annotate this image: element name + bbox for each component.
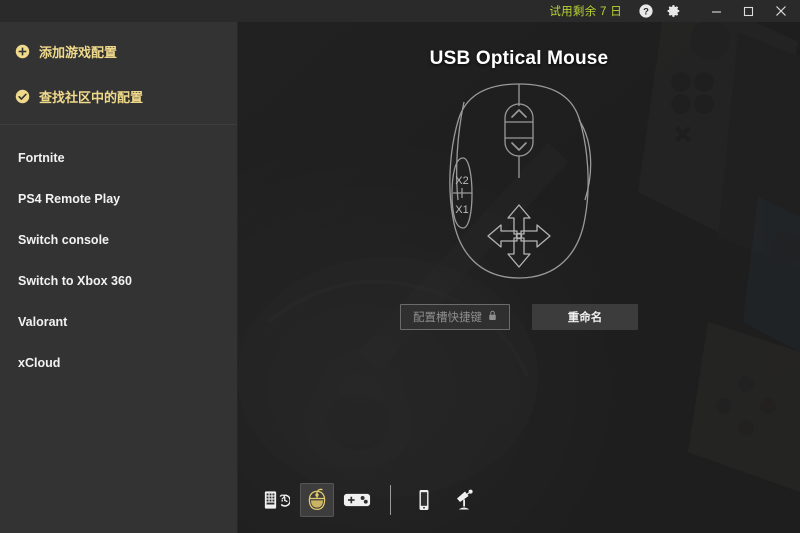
gear-icon[interactable] <box>663 0 685 22</box>
close-button[interactable] <box>764 0 798 22</box>
antenna-icon[interactable] <box>447 483 481 517</box>
main-panel: USB Optical Mouse X2 X1 配置槽快捷键 重命名 ? <box>238 22 800 533</box>
profile-label: Valorant <box>18 314 68 329</box>
rename-label: 重命名 <box>567 312 603 324</box>
sidebar-item-ps4-remote-play[interactable]: PS4 Remote Play <box>0 178 237 219</box>
sidebar-item-xcloud[interactable]: xCloud <box>0 342 237 383</box>
rename-button[interactable]: 重命名 <box>532 304 638 330</box>
sidebar-action-label: 添加游戏配置 <box>39 44 118 60</box>
gamepad-icon[interactable] <box>340 483 374 517</box>
mouse-icon[interactable] <box>300 483 334 517</box>
svg-text:?: ? <box>643 6 649 17</box>
sidebar: 添加游戏配置 查找社区中的配置 Fortnite PS4 Remote Play <box>0 22 238 533</box>
sidebar-item-fortnite[interactable]: Fortnite <box>0 137 237 178</box>
sidebar-item-switch-to-xbox-360[interactable]: Switch to Xbox 360 <box>0 260 237 301</box>
help-circle-icon[interactable]: ? <box>635 0 657 22</box>
mouse-side-button-x1-label: X1 <box>455 204 468 216</box>
maximize-button[interactable] <box>732 0 764 22</box>
sidebar-item-switch-console[interactable]: Switch console <box>0 219 237 260</box>
profile-label: xCloud <box>18 355 61 370</box>
application-window: 试用剩余 7 日 ? 添加游戏配置 查找社区中的配置 Fortnite PS4 … <box>0 0 800 533</box>
check-circle-icon <box>14 88 30 104</box>
config-slot-shortcut-label: 配置槽快捷键 <box>413 312 482 324</box>
profile-label: Switch console <box>18 232 109 247</box>
window-controls <box>700 0 798 22</box>
lock-icon <box>488 310 497 324</box>
profile-label: PS4 Remote Play <box>18 191 121 206</box>
profile-label: Switch to Xbox 360 <box>18 273 132 288</box>
phone-icon[interactable] <box>407 483 441 517</box>
toolbar-separator <box>390 485 391 515</box>
page-title: USB Optical Mouse <box>429 48 609 69</box>
action-button-row: 配置槽快捷键 重命名 <box>400 304 638 330</box>
window-body: 添加游戏配置 查找社区中的配置 Fortnite PS4 Remote Play <box>0 22 800 533</box>
minimize-button[interactable] <box>700 0 732 22</box>
plus-circle-icon <box>14 43 30 59</box>
sidebar-action-add-game-profile[interactable]: 添加游戏配置 <box>0 34 237 68</box>
title-bar: 试用剩余 7 日 ? <box>0 0 800 22</box>
sidebar-action-find-community-profile[interactable]: 查找社区中的配置 <box>0 79 237 113</box>
config-slot-shortcut-button[interactable]: 配置槽快捷键 <box>400 304 510 330</box>
mouse-side-button-x2-label: X2 <box>455 175 468 187</box>
device-toolbar: ? <box>238 483 800 517</box>
main-content: USB Optical Mouse X2 X1 配置槽快捷键 重命名 <box>238 22 800 533</box>
sidebar-divider <box>0 124 237 125</box>
trial-status-label: 试用剩余 7 日 <box>549 6 622 18</box>
sidebar-item-valorant[interactable]: Valorant <box>0 301 237 342</box>
profile-list: Fortnite PS4 Remote Play Switch console … <box>0 129 237 383</box>
sidebar-action-label: 查找社区中的配置 <box>39 89 144 105</box>
keyboard-help-icon[interactable]: ? <box>260 483 294 517</box>
profile-label: Fortnite <box>18 150 65 165</box>
mouse-diagram[interactable]: X2 X1 <box>419 76 619 288</box>
